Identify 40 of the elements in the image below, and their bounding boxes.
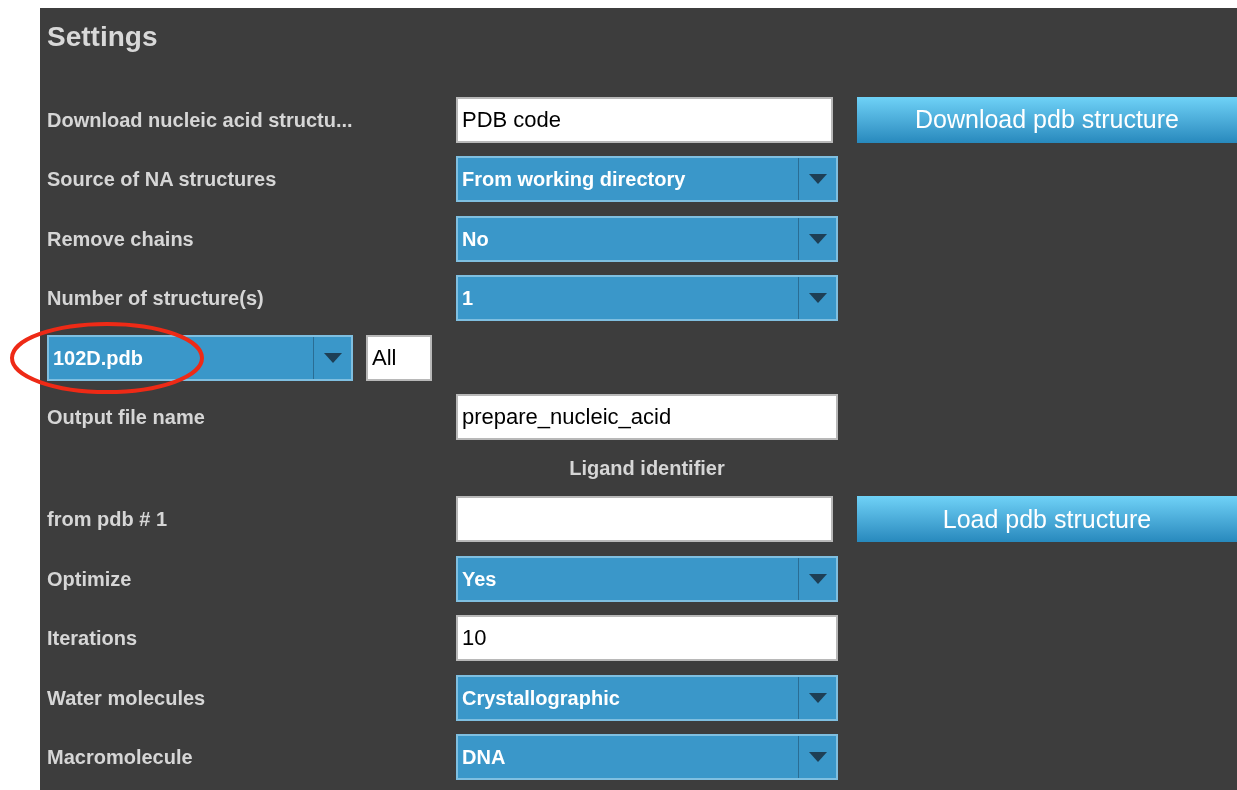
field-label: Optimize (47, 566, 133, 592)
field-label: Number of structure(s) (47, 286, 265, 312)
field-label: Iterations (47, 626, 139, 652)
caret-icon (323, 352, 342, 363)
field-label: Macromolecule (47, 745, 194, 771)
filter-field[interactable]: All (366, 334, 432, 381)
field-label: from pdb # 1 (47, 507, 168, 533)
dropdown[interactable]: From working directory (456, 156, 838, 203)
dropdown[interactable]: Yes (456, 555, 838, 602)
dropdown-value: DNA (461, 745, 507, 771)
text-field[interactable]: 10 (456, 615, 838, 662)
field-label: Source of NA structures (47, 167, 278, 193)
dropdown[interactable]: Crystallographic (456, 674, 838, 721)
dropdown-value: No (461, 226, 490, 252)
dropdown[interactable]: No (456, 215, 838, 262)
dropdown-value: From working directory (461, 167, 687, 193)
dropdown-value: Crystallographic (461, 685, 621, 711)
action-button[interactable]: Download pdb structure (857, 96, 1237, 143)
section-heading: Ligand identifier (568, 456, 726, 482)
text-field[interactable] (456, 496, 833, 543)
field-label: Water molecules (47, 685, 207, 711)
dropdown-value: 1 (461, 286, 475, 312)
dropdown[interactable]: DNA (456, 734, 838, 781)
text-field[interactable]: prepare_nucleic_acid (456, 394, 838, 441)
dropdown-value: 102D.pdb (52, 345, 145, 371)
field-label: Output file name (47, 405, 206, 431)
caret-icon (808, 692, 827, 703)
action-button[interactable]: Load pdb structure (857, 496, 1237, 543)
field-label: Download nucleic acid structu... (47, 107, 354, 133)
field-label: Remove chains (47, 226, 195, 252)
panel-title: Settings (47, 21, 158, 52)
text-field[interactable]: PDB code (456, 96, 833, 143)
dropdown[interactable]: 102D.pdb (47, 334, 353, 381)
caret-icon (808, 174, 827, 185)
caret-icon (808, 233, 827, 244)
caret-icon (808, 752, 827, 763)
dropdown[interactable]: 1 (456, 275, 838, 322)
caret-icon (808, 573, 827, 584)
caret-icon (808, 293, 827, 304)
dropdown-value: Yes (461, 566, 498, 592)
